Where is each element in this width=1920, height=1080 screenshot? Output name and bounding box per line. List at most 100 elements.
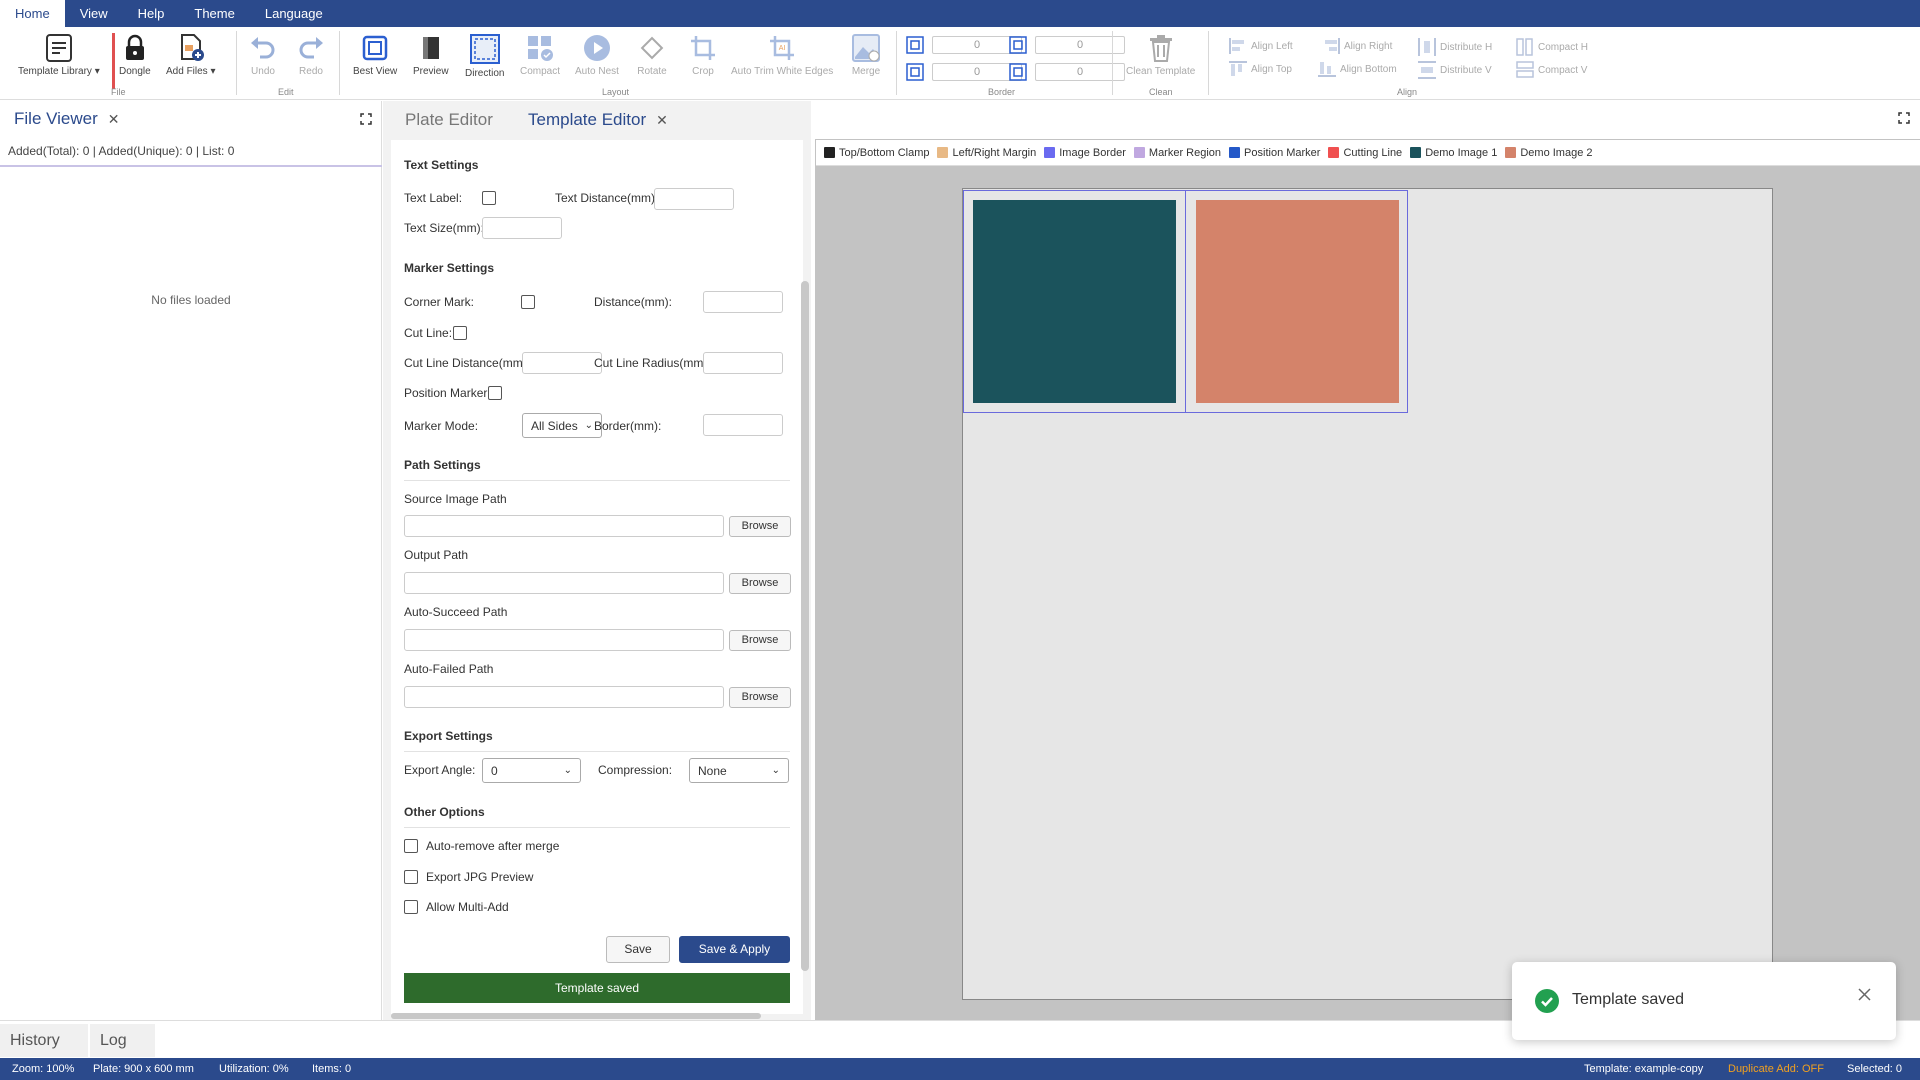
close-icon[interactable]: ✕ <box>656 112 668 129</box>
dongle-button[interactable]: Dongle <box>119 33 151 77</box>
marker-mode-select[interactable]: All Sides ⌄ <box>522 413 602 438</box>
cut-line-radius-input[interactable] <box>703 352 783 374</box>
legend-swatch <box>1505 147 1517 158</box>
menu-theme[interactable]: Theme <box>179 0 249 27</box>
text-size-input[interactable] <box>482 217 562 239</box>
add-files-label: Add Files <box>166 66 208 77</box>
output-path-label: Output Path <box>404 548 469 562</box>
position-marker-label: Position Marker: <box>404 386 491 400</box>
file-viewer-tab[interactable]: File Viewer ✕ <box>14 109 120 129</box>
utilization-status: Utilization: 0% <box>219 1063 289 1075</box>
horizontal-scrollbar[interactable] <box>391 1013 761 1019</box>
vertical-scrollbar[interactable] <box>801 281 809 971</box>
legend-swatch <box>1044 147 1056 158</box>
browse-output-button[interactable]: Browse <box>729 573 791 594</box>
legend-label: Cutting Line <box>1343 146 1403 159</box>
direction-button[interactable]: Direction <box>465 33 504 79</box>
merge-button[interactable]: Merge <box>851 33 881 77</box>
cut-line-label: Cut Line: <box>404 326 453 340</box>
merge-label: Merge <box>851 66 881 77</box>
export-angle-select[interactable]: 0 ⌄ <box>482 758 581 783</box>
distribute-v-button[interactable]: Distribute V <box>1418 61 1492 79</box>
border-left-icon <box>1009 63 1027 81</box>
align-left-icon <box>1229 38 1244 54</box>
menu-home[interactable]: Home <box>0 0 65 27</box>
auto-nest-button[interactable]: Auto Nest <box>575 33 619 77</box>
separator <box>896 31 897 95</box>
text-label-checkbox[interactable] <box>482 191 496 205</box>
tab-log[interactable]: Log <box>90 1024 155 1057</box>
auto-succeed-input[interactable] <box>404 629 724 651</box>
expand-icon[interactable] <box>360 113 372 125</box>
redo-button[interactable]: Redo <box>296 33 326 77</box>
template-library-button[interactable]: Template Library ▾ <box>18 33 100 77</box>
tab-template-editor[interactable]: Template Editor ✕ <box>528 110 668 130</box>
check-circle-icon <box>1535 989 1559 1013</box>
tab-history[interactable]: History <box>0 1024 88 1057</box>
toast-notification: Template saved <box>1512 962 1896 1040</box>
expand-icon[interactable] <box>1898 112 1910 124</box>
close-icon[interactable]: ✕ <box>108 111 120 128</box>
crop-button[interactable]: Crop <box>688 33 718 77</box>
tab-template-editor-label: Template Editor <box>528 110 647 129</box>
compact-v-button[interactable]: Compact V <box>1516 61 1587 79</box>
compact-button[interactable]: Compact <box>520 33 560 77</box>
add-files-button[interactable]: Add Files ▾ <box>166 33 216 77</box>
allow-multi-checkbox[interactable] <box>404 900 418 914</box>
trash-icon <box>1149 35 1172 62</box>
chevron-down-icon: ⌄ <box>584 420 593 431</box>
save-apply-button[interactable]: Save & Apply <box>679 936 790 963</box>
auto-trim-button[interactable]: AI Auto Trim White Edges <box>731 33 833 77</box>
demo-image-2[interactable] <box>1196 200 1399 403</box>
legend-swatch <box>1229 147 1241 158</box>
export-jpg-checkbox[interactable] <box>404 870 418 884</box>
demo-image-1[interactable] <box>973 200 1176 403</box>
text-distance-input[interactable] <box>654 188 734 210</box>
empty-message: No files loaded <box>151 293 231 307</box>
corner-mark-checkbox[interactable] <box>521 295 535 309</box>
close-icon[interactable] <box>1858 988 1871 1001</box>
rotate-button[interactable]: Rotate <box>637 33 667 77</box>
position-marker-checkbox[interactable] <box>488 386 502 400</box>
browse-failed-button[interactable]: Browse <box>729 687 791 708</box>
distance-input[interactable] <box>703 291 783 313</box>
tab-plate-editor[interactable]: Plate Editor <box>405 110 493 130</box>
preview-button[interactable]: Preview <box>413 33 449 77</box>
align-bottom-button[interactable]: Align Bottom <box>1318 61 1397 77</box>
editor-panel: Plate Editor Template Editor ✕ Text Sett… <box>383 101 811 1020</box>
menu-help[interactable]: Help <box>123 0 180 27</box>
legend-label: Marker Region <box>1148 146 1222 159</box>
browse-succeed-button[interactable]: Browse <box>729 630 791 651</box>
template-library-label: Template Library <box>18 66 92 77</box>
zoom-status: Zoom: 100% <box>12 1063 75 1075</box>
compact-h-button[interactable]: Compact H <box>1516 38 1588 56</box>
border-mm-input[interactable] <box>703 414 783 436</box>
separator <box>236 31 237 95</box>
cut-line-distance-label: Cut Line Distance(mm): <box>404 356 531 370</box>
save-button[interactable]: Save <box>606 936 670 963</box>
legend-label: Left/Right Margin <box>952 146 1037 159</box>
cut-line-distance-input[interactable] <box>522 352 602 374</box>
compression-select[interactable]: None ⌄ <box>689 758 789 783</box>
auto-failed-input[interactable] <box>404 686 724 708</box>
cut-line-checkbox[interactable] <box>453 326 467 340</box>
auto-remove-checkbox[interactable] <box>404 839 418 853</box>
output-path-input[interactable] <box>404 572 724 594</box>
group-label-border: Border <box>988 87 1016 97</box>
best-view-button[interactable]: Best View <box>353 33 397 77</box>
menu-language[interactable]: Language <box>250 0 338 27</box>
source-path-input[interactable] <box>404 515 724 537</box>
legend-swatch <box>824 147 835 158</box>
distribute-h-button[interactable]: Distribute H <box>1418 38 1492 56</box>
group-label-layout: Layout <box>602 87 630 97</box>
menu-view[interactable]: View <box>65 0 123 27</box>
align-right-button[interactable]: Align Right <box>1322 38 1392 54</box>
align-left-button[interactable]: Align Left <box>1229 38 1293 54</box>
browse-source-button[interactable]: Browse <box>729 516 791 537</box>
undo-button[interactable]: Undo <box>248 33 278 77</box>
redo-label: Redo <box>299 66 323 77</box>
align-top-button[interactable]: Align Top <box>1229 61 1292 77</box>
clean-template-button[interactable]: Clean Template <box>1126 33 1195 77</box>
legend-item: Position Marker <box>1229 147 1320 159</box>
divider <box>0 165 382 167</box>
